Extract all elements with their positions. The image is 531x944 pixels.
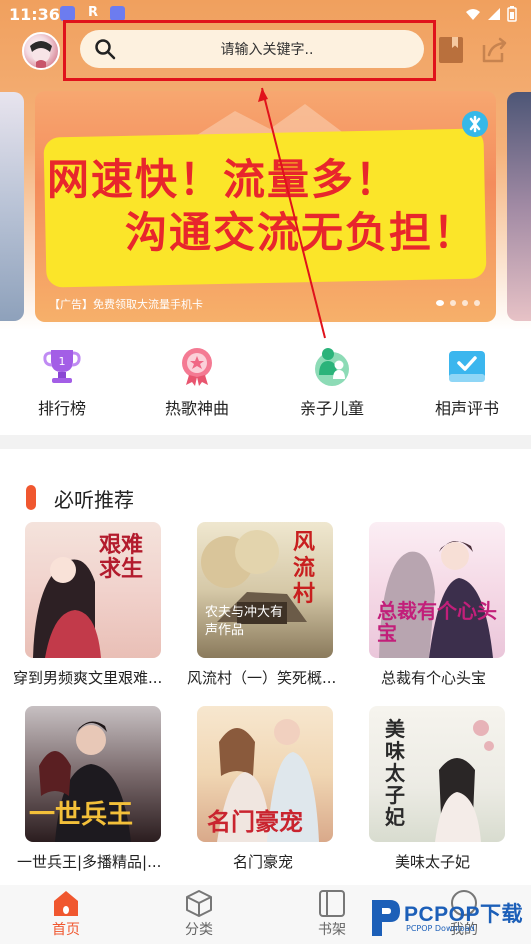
book-cover-title: 美味太子妃 <box>385 717 405 829</box>
watermark-subtext: PCPOP Download <box>406 924 475 933</box>
annotation-highlight-box <box>63 20 436 81</box>
banner-dot[interactable] <box>436 300 444 306</box>
book-cover: 风流村 农夫与冲大有声作品 <box>197 522 333 658</box>
book-cover-title: 总裁有个心头宝 <box>377 599 497 645</box>
trophy-icon: 1 <box>43 350 81 383</box>
book-cover-title: 风流村 <box>293 530 316 607</box>
status-indicators <box>465 6 517 22</box>
category-crosstalk[interactable]: 相声评书 <box>417 345 517 419</box>
section-accent-bar <box>26 485 36 510</box>
status-carrier-letter: R <box>88 5 99 20</box>
section-divider <box>0 435 531 449</box>
category-ranking[interactable]: 1 排行榜 <box>12 345 112 419</box>
category-label: 相声评书 <box>434 399 499 418</box>
book-cover: 一世兵王 <box>25 706 161 842</box>
book-title: 风流村（一）笑死概... <box>187 669 337 687</box>
banner-dot[interactable] <box>462 300 468 306</box>
category-label: 亲子儿童 <box>299 399 364 418</box>
banner-dot[interactable] <box>450 300 456 306</box>
book-title: 一世兵王|多播精品|... <box>17 853 162 871</box>
battery-icon <box>507 6 517 22</box>
book-cover: 名门豪宠 <box>197 706 333 842</box>
watermark-logo-icon <box>372 900 400 936</box>
avatar-illustration <box>30 41 52 68</box>
bookmark-icon[interactable] <box>438 36 464 64</box>
home-icon <box>54 891 78 916</box>
book-check-icon <box>449 351 485 382</box>
star-badge-icon <box>182 348 212 386</box>
banner-prev-peek[interactable] <box>0 92 24 321</box>
book-cover: 美味太子妃 <box>369 706 505 842</box>
section-title: 必听推荐 <box>54 488 134 512</box>
book-title: 名门豪宠 <box>233 853 294 871</box>
book-cover-title: 艰难求生 <box>99 533 144 582</box>
banner-pager <box>436 300 480 306</box>
banner-dot[interactable] <box>474 300 480 306</box>
nav-label: 分类 <box>185 922 213 938</box>
parent-child-icon <box>315 348 349 386</box>
nav-home[interactable]: 首页 <box>26 885 106 939</box>
banner-next-peek[interactable] <box>507 92 531 321</box>
status-time: 11:36 <box>9 5 60 24</box>
user-avatar[interactable] <box>22 32 60 70</box>
book-title: 穿到男频爽文里艰难... <box>13 669 163 687</box>
nav-label: 首页 <box>52 922 80 938</box>
book-cover: 艰难求生 <box>25 522 161 658</box>
signal-icon <box>488 8 500 20</box>
book-title: 总裁有个心头宝 <box>381 669 487 687</box>
app-notification-icon <box>110 6 125 21</box>
nav-label: 书架 <box>318 922 346 938</box>
annotation-arrow <box>258 87 326 339</box>
category-hot-songs[interactable]: 热歌神曲 <box>147 345 247 419</box>
pcpop-watermark: PCPOP下载 PCPOP Download <box>368 892 531 944</box>
wifi-icon <box>466 9 480 20</box>
nav-category[interactable]: 分类 <box>159 885 239 939</box>
category-parent-child[interactable]: 亲子儿童 <box>282 345 382 419</box>
book-cover-title: 一世兵王 <box>29 800 134 830</box>
share-icon[interactable] <box>480 36 508 64</box>
app-notification-icon <box>60 6 75 21</box>
bookshelf-icon <box>319 890 345 917</box>
book-cover-title: 名门豪宠 <box>207 808 303 836</box>
banner-headline-1: 网速快！流量多！ <box>47 155 400 204</box>
svg-text:1: 1 <box>59 355 66 368</box>
banner-badge-icon <box>462 111 488 137</box>
book-cover: 总裁有个心头宝 <box>369 522 505 658</box>
category-label: 热歌神曲 <box>164 399 229 418</box>
category-label: 排行榜 <box>37 399 86 418</box>
cube-icon <box>186 890 212 917</box>
book-cover-caption: 农夫与冲大有声作品 <box>205 605 284 638</box>
book-title: 美味太子妃 <box>395 853 471 871</box>
banner-caption: 【广告】免费领取大流量手机卡 <box>49 298 203 311</box>
nav-bookshelf[interactable]: 书架 <box>292 885 372 939</box>
